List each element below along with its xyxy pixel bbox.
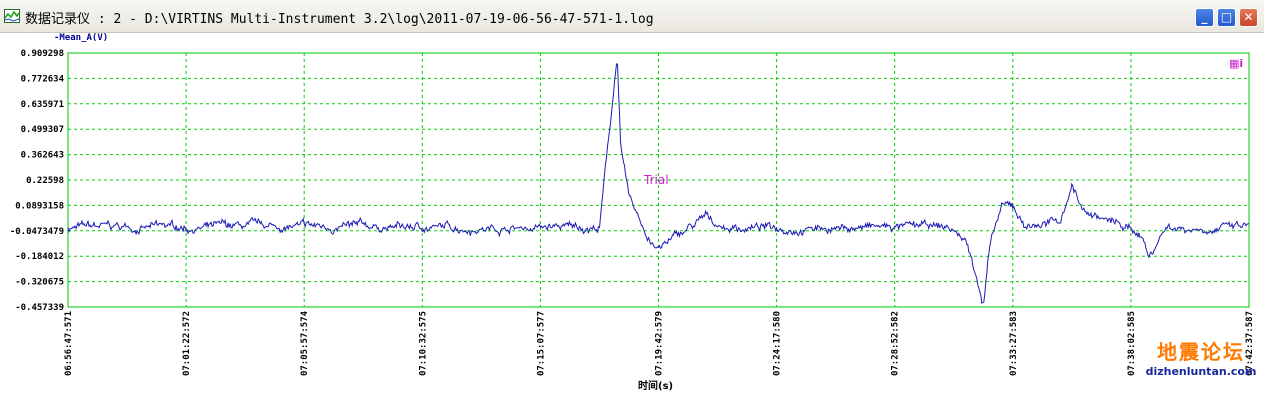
x-tick-label: 07:42:37:587 — [1245, 311, 1255, 376]
y-tick-label: 0.909298 — [21, 49, 64, 59]
series-label: -Mean_A(V) — [54, 33, 108, 43]
y-tick-label: -0.320675 — [15, 278, 64, 288]
x-tick-label: 07:28:52:582 — [891, 311, 901, 376]
x-tick-label: 07:38:02:585 — [1127, 311, 1137, 376]
y-tick-label: -0.184012 — [15, 252, 64, 262]
chart-app-icon — [4, 9, 20, 23]
maximize-icon: □ — [1220, 10, 1233, 24]
legend-mark[interactable]: ▦i — [1229, 57, 1243, 70]
x-tick-label: 07:15:07:577 — [536, 311, 546, 376]
y-axis: 0.909298 0.772634 0.635971 0.499307 0.362643… — [10, 49, 65, 313]
x-tick-label: 07:19:42:579 — [655, 311, 665, 376]
y-tick-label: -0.457339 — [15, 303, 64, 313]
y-tick-label: -0.0473479 — [10, 227, 64, 237]
x-tick-label: 06:56:47:571 — [64, 311, 74, 376]
close-icon: ✕ — [1243, 10, 1254, 24]
y-tick-label: 0.0893158 — [15, 201, 64, 211]
x-tick-label: 07:33:27:583 — [1009, 311, 1019, 376]
y-tick-label: 0.635971 — [21, 100, 64, 110]
x-axis-label: 时间(s) — [638, 379, 673, 392]
chart-annotation: Trial — [643, 173, 669, 187]
minimize-icon: _ — [1201, 10, 1208, 24]
maximize-button[interactable]: □ — [1217, 8, 1236, 27]
y-tick-label: 0.499307 — [21, 125, 64, 135]
y-tick-label: 0.22598 — [26, 176, 64, 186]
x-tick-label: 07:10:32:575 — [418, 311, 428, 376]
close-button[interactable]: ✕ — [1239, 8, 1258, 27]
x-tick-label: 07:24:17:580 — [773, 311, 783, 376]
x-tick-label: 07:05:57:574 — [300, 310, 310, 376]
x-tick-label: 07:01:22:572 — [182, 311, 192, 376]
chart-area[interactable]: -Mean_A(V) 0.909298 0.772634 0.635971 0.499… — [0, 33, 1264, 400]
line-chart[interactable]: -Mean_A(V) 0.909298 0.772634 0.635971 0.499… — [0, 33, 1264, 400]
minimize-button[interactable]: _ — [1195, 8, 1214, 27]
title-bar: 数据记录仪 : 2 - D:\VIRTINS Multi-Instrument … — [0, 0, 1264, 33]
y-tick-label: 0.772634 — [21, 74, 65, 84]
window-title: 数据记录仪 : 2 - D:\VIRTINS Multi-Instrument … — [25, 12, 654, 27]
y-tick-label: 0.362643 — [21, 151, 64, 161]
x-axis: 06:56:47:571 07:01:22:572 07:05:57:574 07:1… — [64, 310, 1255, 376]
